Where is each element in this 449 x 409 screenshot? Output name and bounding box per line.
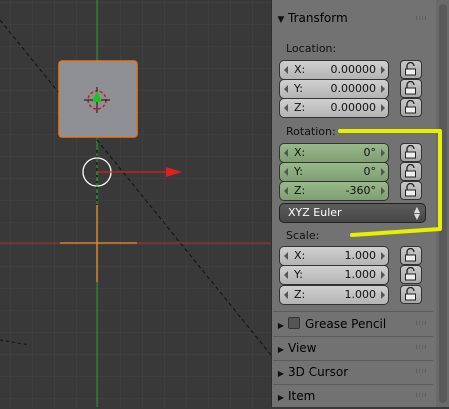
scale-label: Scale: — [286, 229, 320, 242]
view-header[interactable]: ▶ View — [274, 337, 432, 359]
scale-y-field[interactable]: Y: 1.000 — [279, 265, 389, 285]
decrement-arrow-icon[interactable] — [284, 271, 288, 279]
transform-title: Transform — [288, 11, 348, 25]
drag-grip-icon[interactable] — [416, 345, 428, 349]
expand-arrow-icon: ▼ — [277, 15, 285, 25]
decrement-arrow-icon[interactable] — [284, 66, 288, 74]
rotation-label: Rotation: — [286, 125, 336, 138]
view-label: View — [288, 341, 317, 355]
location-label: Location: — [286, 42, 337, 55]
increment-arrow-icon[interactable] — [381, 187, 385, 195]
decrement-arrow-icon[interactable] — [284, 187, 288, 195]
lock-icon[interactable] — [400, 181, 422, 200]
decrement-arrow-icon[interactable] — [284, 85, 288, 93]
item-label: Item — [288, 389, 316, 403]
decrement-arrow-icon[interactable] — [284, 168, 288, 176]
properties-panel[interactable]: ▼ Transform Location: X: 0.00000 Y: 0.00000… — [271, 0, 449, 407]
rotation-mode-dropdown[interactable]: XYZ Euler ▲ ▼ — [279, 203, 426, 223]
section-divider — [273, 311, 433, 312]
collapse-arrow-icon: ▶ — [277, 369, 285, 378]
grease-pencil-label: Grease Pencil — [305, 317, 387, 331]
lock-icon[interactable] — [400, 285, 422, 304]
lock-icon[interactable] — [400, 98, 422, 117]
drag-grip-icon[interactable] — [416, 16, 428, 20]
grease-pencil-checkbox[interactable] — [288, 317, 300, 329]
decrement-arrow-icon[interactable] — [284, 104, 288, 112]
location-z-field[interactable]: Z: 0.00000 — [279, 98, 389, 118]
3d-cursor-header[interactable]: ▶ 3D Cursor — [274, 361, 432, 383]
increment-arrow-icon[interactable] — [381, 85, 385, 93]
lock-icon[interactable] — [400, 60, 422, 79]
grease-pencil-header[interactable]: ▶ Grease Pencil — [274, 313, 432, 335]
increment-arrow-icon[interactable] — [381, 104, 385, 112]
scale-x-field[interactable]: X: 1.000 — [279, 246, 389, 266]
collapse-arrow-icon: ▶ — [277, 321, 285, 330]
rotation-z-field[interactable]: Z: -360° — [279, 181, 389, 201]
location-y-field[interactable]: Y: 0.00000 — [279, 79, 389, 99]
item-header[interactable]: ▶ Item — [274, 385, 432, 407]
collapse-arrow-icon: ▶ — [277, 345, 285, 354]
collapse-arrow-icon: ▶ — [277, 393, 285, 402]
increment-arrow-icon[interactable] — [381, 291, 385, 299]
drag-grip-icon[interactable] — [416, 321, 428, 325]
scrollbar-thumb[interactable] — [439, 4, 447, 403]
rotation-x-field[interactable]: X: 0° — [279, 143, 389, 163]
lock-icon[interactable] — [400, 79, 422, 98]
decrement-arrow-icon[interactable] — [284, 149, 288, 157]
lock-icon[interactable] — [400, 246, 422, 265]
rotation-y-field[interactable]: Y: 0° — [279, 162, 389, 182]
3d-cursor-label: 3D Cursor — [288, 365, 349, 379]
increment-arrow-icon[interactable] — [381, 168, 385, 176]
panel-scrollbar[interactable] — [436, 0, 449, 407]
3d-viewport[interactable] — [0, 0, 271, 407]
drag-grip-icon[interactable] — [416, 393, 428, 397]
up-down-arrows-icon: ▲ ▼ — [413, 205, 420, 221]
transform-header[interactable]: ▼ Transform — [274, 8, 432, 28]
increment-arrow-icon[interactable] — [381, 149, 385, 157]
lock-icon[interactable] — [400, 162, 422, 181]
viewport-canvas[interactable] — [0, 0, 271, 407]
rotation-mode-value: XYZ Euler — [288, 206, 342, 219]
increment-arrow-icon[interactable] — [381, 271, 385, 279]
location-x-field[interactable]: X: 0.00000 — [279, 60, 389, 80]
scale-z-field[interactable]: Z: 1.000 — [279, 285, 389, 305]
increment-arrow-icon[interactable] — [381, 66, 385, 74]
lock-icon[interactable] — [400, 143, 422, 162]
decrement-arrow-icon[interactable] — [284, 252, 288, 260]
lock-icon[interactable] — [400, 265, 422, 284]
increment-arrow-icon[interactable] — [381, 252, 385, 260]
drag-grip-icon[interactable] — [416, 369, 428, 373]
decrement-arrow-icon[interactable] — [284, 291, 288, 299]
